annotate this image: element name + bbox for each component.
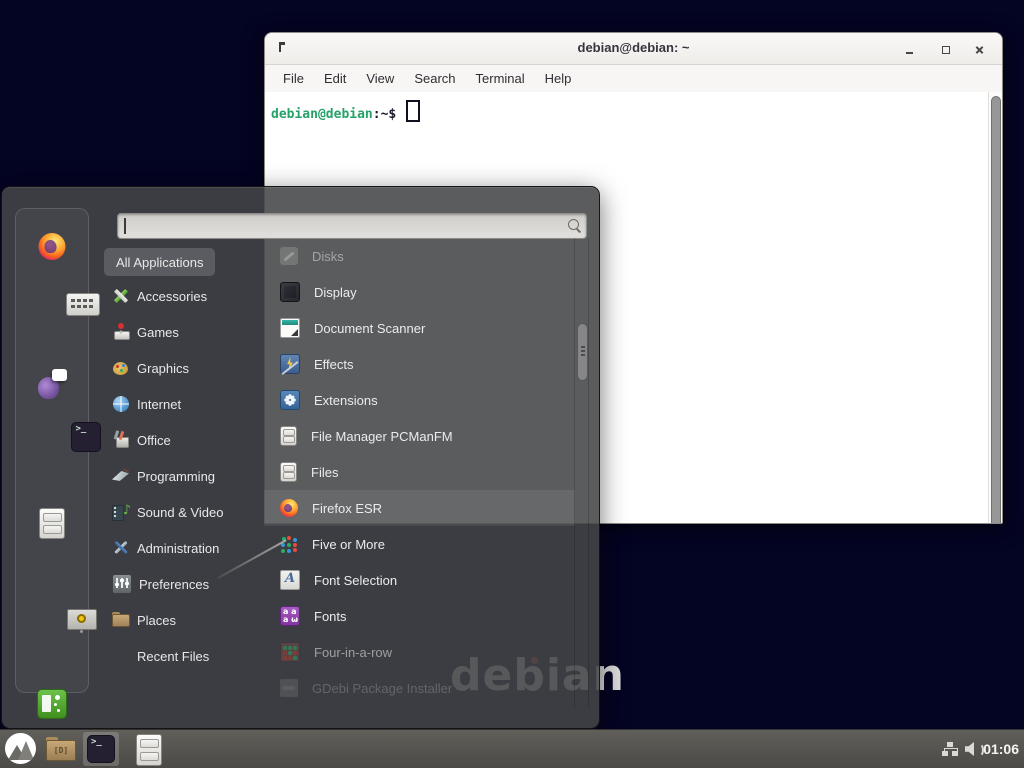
terminal-title: debian@debian: ~ [265, 40, 1002, 55]
category-preferences[interactable]: Preferences [104, 566, 262, 602]
app-five-or-more[interactable]: Five or More [264, 526, 575, 562]
disks-icon [280, 247, 298, 265]
menu-search[interactable]: Search [404, 65, 465, 92]
app-disks[interactable]: Disks [264, 238, 575, 274]
category-accessories[interactable]: Accessories [104, 278, 262, 314]
clock[interactable]: 01:06 [983, 741, 1019, 757]
file-cabinet-icon [280, 426, 297, 446]
accessories-icon [112, 287, 130, 305]
menu-edit[interactable]: Edit [314, 65, 356, 92]
app-firefox-esr[interactable]: Firefox ESR [264, 490, 575, 526]
menu-launcher-icon[interactable] [5, 733, 36, 764]
extensions-icon [280, 390, 300, 410]
terminal-icon[interactable] [71, 422, 101, 452]
menu-terminal[interactable]: Terminal [466, 65, 535, 92]
fonts-icon [280, 606, 300, 626]
app-files[interactable]: Files [264, 454, 575, 490]
taskbar: 01:06 [0, 729, 1024, 768]
file-cabinet-icon [280, 462, 297, 482]
minimize-icon[interactable] [904, 44, 916, 56]
lock-screen-icon[interactable] [67, 609, 97, 635]
log-out-icon[interactable] [37, 689, 67, 719]
terminal-titlebar[interactable]: debian@debian: ~ [265, 33, 1002, 65]
search-input[interactable] [117, 213, 587, 239]
pidgin-icon[interactable] [37, 369, 67, 399]
app-document-scanner[interactable]: Document Scanner [264, 310, 575, 346]
app-file-manager-pcmanfm[interactable]: File Manager PCManFM [264, 418, 575, 454]
application-list: Disks Display Document Scanner Effects E… [264, 238, 575, 706]
file-cabinet-icon[interactable] [136, 734, 162, 766]
programming-icon [112, 467, 130, 485]
app-effects[interactable]: Effects [264, 346, 575, 382]
category-list: All Applications Accessories Games Graph… [104, 244, 262, 674]
graphics-icon [112, 359, 130, 377]
font-selection-icon [280, 570, 300, 590]
category-places[interactable]: Places [104, 602, 262, 638]
category-recent-files[interactable]: Recent Files [104, 638, 262, 674]
menu-scrollbar[interactable] [574, 238, 589, 708]
app-display[interactable]: Display [264, 274, 575, 310]
network-icon[interactable] [942, 742, 958, 757]
sound-video-icon [112, 503, 130, 521]
desktop: debian debian@debian: ~ File Edit View S… [0, 0, 1024, 768]
administration-icon [112, 539, 130, 557]
menu-view[interactable]: View [356, 65, 404, 92]
display-icon [280, 282, 300, 302]
menu-file[interactable]: File [273, 65, 314, 92]
prompt-suffix: :~$ [373, 107, 396, 122]
favorites-sidebar [15, 208, 89, 693]
search-icon [568, 219, 579, 230]
file-cabinet-icon[interactable] [39, 508, 65, 539]
category-all-applications[interactable]: All Applications [104, 248, 215, 276]
category-administration[interactable]: Administration [104, 530, 262, 566]
category-games[interactable]: Games [104, 314, 262, 350]
app-font-selection[interactable]: Font Selection [264, 562, 575, 598]
app-gdebi-package-installer[interactable]: GDebi Package Installer [264, 670, 575, 706]
terminal-scrollbar-thumb[interactable] [991, 96, 1001, 524]
internet-icon [112, 395, 130, 413]
folder-launcher-icon[interactable] [46, 737, 76, 761]
app-extensions[interactable]: Extensions [264, 382, 575, 418]
effects-icon [280, 354, 300, 374]
maximize-icon[interactable] [940, 44, 952, 56]
app-fonts[interactable]: Fonts [264, 598, 575, 634]
terminal-window-icon [87, 735, 115, 763]
category-sound-video[interactable]: Sound & Video [104, 494, 262, 530]
category-programming[interactable]: Programming [104, 458, 262, 494]
terminal-scrollbar[interactable] [988, 92, 1002, 524]
menu-help[interactable]: Help [535, 65, 582, 92]
volume-icon[interactable] [965, 741, 982, 757]
category-internet[interactable]: Internet [104, 386, 262, 422]
firefox-icon[interactable] [39, 233, 66, 260]
category-office[interactable]: Office [104, 422, 262, 458]
taskbar-terminal-button[interactable] [83, 732, 119, 766]
five-or-more-icon [280, 535, 298, 553]
office-icon [112, 431, 130, 449]
four-in-a-row-icon [280, 642, 300, 662]
app-four-in-a-row[interactable]: Four-in-a-row [264, 634, 575, 670]
terminal-cursor [406, 100, 420, 122]
prompt-user-host: debian@debian [271, 107, 373, 122]
document-scanner-icon [280, 318, 300, 338]
preferences-icon [112, 574, 132, 594]
firefox-icon [280, 499, 298, 517]
games-icon [112, 323, 130, 341]
category-graphics[interactable]: Graphics [104, 350, 262, 386]
gdebi-icon [280, 679, 298, 697]
places-icon [112, 611, 130, 629]
keyboard-icon[interactable] [66, 293, 100, 316]
terminal-menubar: File Edit View Search Terminal Help [265, 65, 1002, 92]
close-icon[interactable] [974, 44, 986, 56]
search-caret [124, 218, 126, 234]
application-menu: All Applications Accessories Games Graph… [1, 186, 600, 729]
menu-scrollbar-thumb[interactable] [577, 323, 588, 381]
